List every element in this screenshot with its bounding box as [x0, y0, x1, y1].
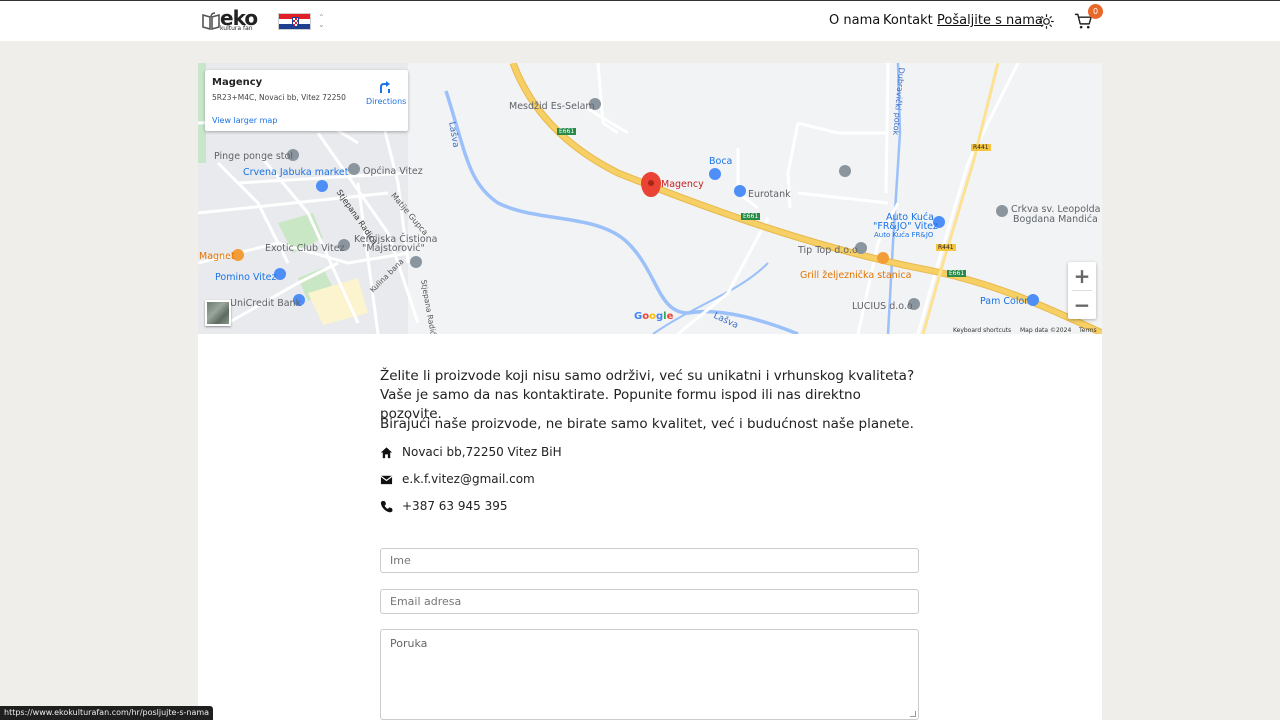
- nav-kontakt[interactable]: Kontakt: [883, 13, 933, 28]
- road-shield-e661: E661: [557, 128, 577, 135]
- road-shield-r441: R441: [971, 144, 991, 151]
- logo-subtext: kultura fan: [220, 25, 253, 32]
- phone-icon: [380, 500, 393, 513]
- map-label[interactable]: Mesdžid Es-Selam: [509, 101, 595, 112]
- road-shield-e661: E661: [741, 213, 761, 220]
- map-label[interactable]: Grill željeznička stanica: [800, 270, 911, 281]
- name-input[interactable]: [380, 548, 919, 573]
- zoom-out-button[interactable]: −: [1068, 291, 1096, 319]
- resize-handle-icon[interactable]: [910, 711, 916, 717]
- place-info-card: Magency 5R23+M4C, Novaci bb, Vitez 72250…: [205, 70, 408, 131]
- map-label[interactable]: Auto Kuća FR&JO: [874, 231, 933, 239]
- map-label[interactable]: Pomino Vitez: [215, 272, 276, 283]
- map-label[interactable]: Exotic Club Vitez: [265, 243, 345, 254]
- email-input[interactable]: [380, 589, 919, 614]
- cart-count-badge: 0: [1088, 4, 1103, 19]
- nav-posaljite-s-nama[interactable]: Pošaljite s nama: [937, 13, 1043, 28]
- email-text[interactable]: e.k.f.vitez@gmail.com: [402, 472, 535, 486]
- planet-paragraph: Birajući naše proizvode, ne birate samo …: [380, 416, 914, 432]
- contact-content: Želite li proizvode koji nisu samo održi…: [198, 334, 1102, 720]
- map-label[interactable]: UniCredit Bank: [230, 298, 301, 309]
- keyboard-shortcuts-link[interactable]: Keyboard shortcuts: [953, 327, 1011, 334]
- map-label[interactable]: Crvena Jabuka market: [243, 167, 348, 178]
- map-label[interactable]: LUCIUS d.o.o: [852, 301, 913, 312]
- nav-o-nama[interactable]: O nama: [829, 13, 880, 28]
- sun-icon[interactable]: [1039, 14, 1054, 29]
- map-label[interactable]: Općina Vitez: [363, 166, 423, 177]
- satellite-view-toggle[interactable]: [205, 300, 231, 326]
- zoom-in-button[interactable]: +: [1068, 262, 1096, 290]
- map-label[interactable]: Eurotank: [748, 189, 791, 200]
- map-label[interactable]: Boca: [709, 156, 732, 167]
- logo[interactable]: eko kultura fan: [202, 6, 258, 34]
- google-map[interactable]: E661 E661 E661 R441 R441 Mesdžid Es-Sela…: [198, 63, 1102, 334]
- map-data-attribution: Map data ©2024: [1020, 327, 1072, 334]
- envelope-icon: [380, 475, 393, 485]
- zoom-controls: + −: [1068, 262, 1096, 319]
- google-logo: Google: [634, 311, 674, 322]
- place-title: Magency: [212, 77, 263, 88]
- place-address: 5R23+M4C, Novaci bb, Vitez 72250: [212, 93, 346, 102]
- message-textarea[interactable]: Poruka: [380, 629, 919, 720]
- terms-link[interactable]: Terms: [1079, 327, 1097, 334]
- map-label[interactable]: Magnet: [199, 251, 235, 262]
- map-label[interactable]: Pinge ponge stol: [214, 151, 293, 162]
- map-label[interactable]: Pam Color: [980, 296, 1028, 307]
- directions-icon[interactable]: [378, 79, 392, 93]
- language-select-arrows-icon[interactable]: ⌃ ⌄: [318, 14, 325, 29]
- directions-link[interactable]: Directions: [366, 97, 406, 106]
- book-logo-icon: [202, 12, 220, 30]
- croatia-flag-icon[interactable]: [278, 13, 311, 30]
- home-icon: [380, 447, 393, 459]
- road-shield-e661: E661: [947, 270, 967, 277]
- view-larger-map-link[interactable]: View larger map: [212, 116, 277, 125]
- map-label[interactable]: "Majstorović": [362, 243, 425, 254]
- road-shield-r441: R441: [936, 244, 956, 251]
- address-text: Novaci bb,72250 Vitez BiH: [402, 445, 562, 459]
- phone-text[interactable]: +387 63 945 395: [402, 499, 507, 513]
- browser-status-bar: https://www.ekokulturafan.com/hr/posljuj…: [0, 706, 214, 720]
- magency-marker-label[interactable]: Magency: [661, 179, 704, 190]
- site-header: eko kultura fan ⌃ ⌄ O nama Kontakt Pošalj…: [0, 1, 1280, 41]
- message-placeholder: Poruka: [390, 637, 428, 650]
- map-label[interactable]: Bogdana Mandića: [1013, 214, 1098, 225]
- map-label[interactable]: Tip Top d.o.o: [798, 245, 858, 256]
